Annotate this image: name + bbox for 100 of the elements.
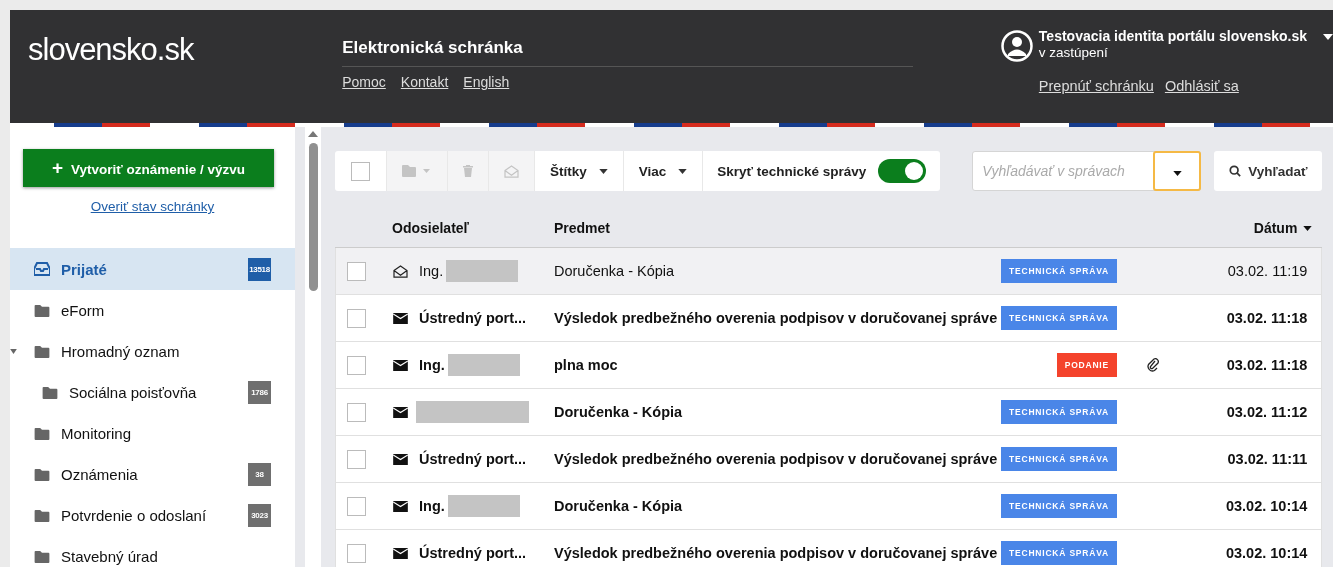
- row-checkbox[interactable]: [347, 543, 366, 563]
- site-logo[interactable]: slovensko.sk: [10, 10, 343, 123]
- folder-icon: [34, 550, 50, 563]
- count-badge: 13518: [248, 257, 271, 281]
- sidebar-item[interactable]: Stavebný úrad: [10, 536, 295, 567]
- create-button[interactable]: + Vytvoriť oznámenie / výzvu: [23, 149, 274, 187]
- column-header[interactable]: Dátum: [1253, 220, 1313, 236]
- row-checkbox[interactable]: [347, 308, 366, 328]
- message-tag: TECHNICKÁ SPRÁVA: [1001, 259, 1117, 283]
- trash-icon[interactable]: [463, 165, 473, 177]
- header-link[interactable]: Prepnúť schránku: [1038, 78, 1154, 94]
- sidebar-item[interactable]: Potvrdenie o odoslaní 3023: [10, 495, 295, 536]
- scrollbar-thumb[interactable]: [308, 143, 318, 291]
- message-subject: Výsledok predbežného overenia podpisov v doručovanej správe: [554, 545, 995, 561]
- message-row[interactable]: Ústredný port... Výsledok predbežného overenia podpisov v doručovanej správe TECHNICKÁ SPRÁVA 03.02. 11:11: [335, 436, 1323, 483]
- folder-move-icon[interactable]: [402, 165, 432, 177]
- envelope-icon: [393, 312, 408, 324]
- message-subject: Výsledok predbežného overenia podpisov v doručovanej správe: [554, 310, 995, 326]
- sender-name: Ústredný port...: [419, 451, 527, 467]
- toggle-label: Skryť technické správy: [717, 163, 867, 179]
- message-date: 03.02. 11:18: [1225, 310, 1309, 326]
- caret-icon: [598, 168, 608, 174]
- message-row[interactable]: Ústredný port... Výsledok predbežného overenia podpisov v doručovanej správe TECHNICKÁ SPRÁVA 03.02. 10:14: [335, 530, 1323, 567]
- header-link[interactable]: English: [463, 74, 510, 90]
- folder-icon: [34, 509, 50, 522]
- search-input[interactable]: Vyhľadávať v správach: [973, 152, 1154, 190]
- search-field[interactable]: Vyhľadávať v správach: [972, 151, 1202, 191]
- row-checkbox[interactable]: [347, 449, 366, 469]
- caret-icon: [1172, 170, 1182, 176]
- folder-icon: [34, 304, 50, 317]
- message-tag: PODANIE: [1056, 353, 1117, 377]
- search-button[interactable]: Vyhľadať: [1214, 151, 1323, 191]
- column-header[interactable]: Predmet: [554, 220, 1254, 236]
- header-link[interactable]: Odhlásiť sa: [1164, 78, 1239, 94]
- sidebar-item[interactable]: Sociálna poisťovňa 1786: [10, 372, 295, 413]
- envelope-icon: [393, 547, 408, 559]
- column-header[interactable]: Odosielateľ: [392, 220, 554, 236]
- scroll-up-arrow-icon[interactable]: [308, 131, 318, 137]
- message-row[interactable]: Ing. Doručenka - Kópia TECHNICKÁ SPRÁVA 03.02. 11:19: [335, 248, 1323, 295]
- message-date: 03.02. 11:11: [1226, 451, 1309, 467]
- message-date: 03.02. 10:14: [1224, 498, 1309, 514]
- sidebar-item[interactable]: Monitoring: [10, 413, 295, 454]
- app-title: Elektronická schránka: [342, 38, 913, 67]
- folder-icon: [34, 468, 50, 481]
- message-tag: TECHNICKÁ SPRÁVA: [1001, 541, 1117, 565]
- open-envelope-icon[interactable]: [504, 164, 519, 178]
- message-date: 03.02. 11:18: [1225, 357, 1309, 373]
- user-role: v zastúpení: [1038, 45, 1109, 60]
- expand-arrow-icon[interactable]: [10, 349, 17, 354]
- count-badge: 3023: [248, 504, 271, 527]
- count-badge: 38: [248, 463, 271, 486]
- toggle-switch[interactable]: [878, 159, 927, 183]
- message-row[interactable]: Ústredný port... Výsledok predbežného overenia podpisov v doručovanej správe TECHNICKÁ SPRÁVA 03.02. 11:18: [335, 295, 1323, 342]
- folder-icon: [42, 386, 58, 399]
- message-tag: TECHNICKÁ SPRÁVA: [1001, 400, 1117, 424]
- message-subject: plna moc: [554, 357, 619, 373]
- message-tag: TECHNICKÁ SPRÁVA: [1001, 494, 1117, 518]
- sidebar-item[interactable]: Prijaté 13518: [10, 248, 295, 290]
- sidebar-label: Hromadný oznam: [61, 343, 181, 360]
- search-options-button[interactable]: [1153, 151, 1202, 191]
- sidebar-item[interactable]: eForm: [10, 290, 295, 331]
- sender-name: Ústredný port...: [419, 310, 527, 326]
- envelope-icon: [393, 500, 408, 512]
- sender-name: Ústredný port...: [419, 545, 527, 561]
- sidebar-item[interactable]: Hromadný oznam: [10, 331, 295, 372]
- header-link[interactable]: Kontakt: [400, 74, 449, 90]
- folder-icon: [34, 427, 50, 440]
- sender-name: Ing.: [419, 357, 445, 373]
- row-checkbox[interactable]: [347, 355, 366, 375]
- sidebar-label: Oznámenia: [61, 466, 139, 483]
- row-checkbox[interactable]: [347, 261, 366, 281]
- message-row[interactable]: Ing. Doručenka - Kópia TECHNICKÁ SPRÁVA 03.02. 10:14: [335, 483, 1323, 530]
- message-date: 03.02. 10:14: [1224, 545, 1309, 561]
- message-row[interactable]: Ing. plna moc PODANIE 03.02. 11:18: [335, 342, 1323, 389]
- open-envelope-icon: [393, 264, 408, 278]
- sort-caret-icon: [1303, 225, 1313, 231]
- message-row[interactable]: Doručenka - Kópia TECHNICKÁ SPRÁVA 03.02. 11:12: [335, 389, 1323, 436]
- envelope-icon: [393, 406, 408, 418]
- row-checkbox[interactable]: [347, 496, 366, 516]
- check-status-link[interactable]: Overiť stav schránky: [10, 199, 295, 214]
- message-tag: TECHNICKÁ SPRÁVA: [1001, 306, 1117, 330]
- user-name: Testovacia identita portálu slovensko.sk: [1038, 28, 1307, 44]
- scrollbar-track[interactable]: [305, 127, 321, 567]
- caret-icon[interactable]: [1323, 34, 1333, 40]
- sidebar-label: Prijaté: [61, 260, 108, 278]
- folder-icon: [34, 345, 50, 358]
- row-checkbox[interactable]: [347, 402, 366, 422]
- message-date: 03.02. 11:12: [1225, 404, 1309, 420]
- sidebar-label: Monitoring: [61, 425, 133, 442]
- message-tag: TECHNICKÁ SPRÁVA: [1001, 447, 1117, 471]
- message-subject: Výsledok predbežného overenia podpisov v doručovanej správe: [554, 451, 995, 467]
- sidebar-label: Stavebný úrad: [61, 548, 159, 565]
- message-subject: Doručenka - Kópia: [554, 404, 684, 420]
- message-subject: Doručenka - Kópia: [554, 263, 676, 279]
- message-subject: Doručenka - Kópia: [554, 498, 684, 514]
- select-all-checkbox[interactable]: [351, 161, 370, 181]
- user-avatar-icon[interactable]: [1000, 30, 1033, 62]
- header-link[interactable]: Pomoc: [342, 74, 386, 90]
- sidebar-item[interactable]: Oznámenia 38: [10, 454, 295, 495]
- sidebar-label: eForm: [61, 302, 106, 319]
